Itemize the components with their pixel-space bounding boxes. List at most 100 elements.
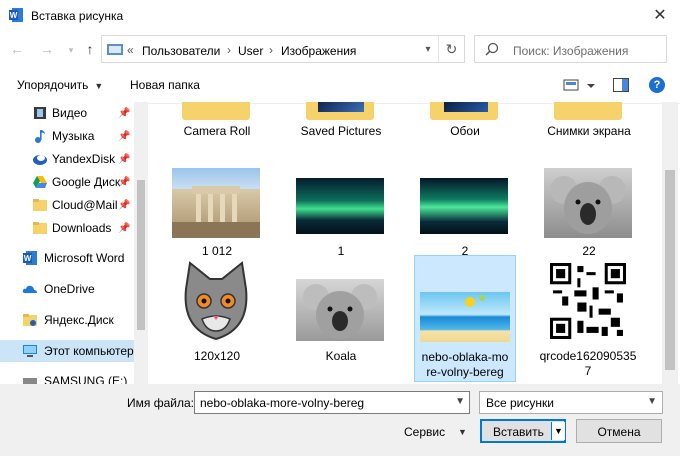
svg-text:W: W (24, 254, 32, 263)
aurora-image (420, 178, 508, 234)
filename-label: Имя файла: (127, 396, 194, 410)
breadcrumb-separator: › (227, 43, 231, 57)
insert-button[interactable]: Вставить ▼ (480, 419, 566, 443)
drive-icon (23, 378, 37, 384)
sidebar-item-this-pc[interactable]: Этот компьютер (0, 340, 134, 362)
breadcrumb-pictures[interactable]: Изображения (281, 44, 356, 58)
pin-icon[interactable]: 📌 (118, 108, 130, 119)
refresh-button[interactable]: ↻ (438, 36, 464, 62)
breadcrumb-users[interactable]: Пользователи (142, 44, 220, 58)
image-label: Koala (325, 349, 357, 363)
yandexdisk-icon (33, 155, 47, 165)
sidebar-item-label: SAMSUNG (E:) (44, 374, 128, 384)
insert-label: Вставить (493, 425, 544, 439)
koala-image (296, 279, 384, 341)
sidebar-item-label: YandexDisk (52, 152, 116, 166)
image-label: nebo-oblaka-mo re-volny-bereg (421, 350, 509, 379)
sea-image (420, 292, 510, 342)
sidebar-item-label: Downloads (52, 221, 112, 235)
sidebar-item-label: Видео (52, 106, 88, 120)
address-dropdown-button[interactable]: ▾ (418, 36, 438, 62)
filename-input[interactable]: nebo-oblaka-more-volny-bereg ▼ (194, 391, 470, 414)
sidebar-item-cloud-mail[interactable]: Cloud@Mail 📌 (0, 194, 134, 216)
cat-image (176, 259, 256, 343)
sidebar-item-label: Google Диск (52, 175, 121, 189)
image-tile[interactable]: qrcode162090535 7 (538, 255, 640, 383)
forward-button[interactable]: → (38, 40, 56, 58)
refresh-icon: ↻ (445, 40, 458, 57)
forward-arrow-icon: → (40, 41, 54, 57)
sidebar-item-yandex-disk[interactable]: Яндекс.Диск (0, 309, 134, 331)
close-button[interactable]: ✕ (648, 4, 672, 26)
sidebar-item-samsung-drive[interactable]: SAMSUNG (E:) (0, 370, 134, 384)
navigation-bar: ← → ▾ ↑ « Пользователи › User › Изображе… (0, 32, 680, 66)
help-icon[interactable]: ? (649, 77, 665, 93)
title-bar: W Вставка рисунка ✕ (0, 0, 680, 31)
insert-options-dropdown[interactable]: ▼ (551, 422, 565, 440)
folder-icon (33, 222, 47, 234)
search-placeholder: Поиск: Изображения (513, 44, 629, 58)
cancel-label: Отмена (597, 425, 641, 439)
chevron-down-icon: ▼ (647, 396, 657, 407)
organize-menu[interactable]: Упорядочить ▼ (17, 78, 103, 92)
pin-icon[interactable]: 📌 (118, 200, 130, 211)
folder-icon (554, 102, 622, 120)
sidebar-item-microsoft-word[interactable]: W Microsoft Word (0, 247, 134, 269)
search-box[interactable]: Поиск: Изображения (474, 35, 667, 63)
breadcrumb-user[interactable]: User (238, 44, 263, 58)
folder-icon (182, 102, 250, 120)
sidebar-item-video[interactable]: Видео 📌 (0, 102, 134, 124)
search-icon (485, 42, 499, 56)
file-view: Camera Roll Saved Pictures Обои Снимки э… (152, 102, 662, 384)
pin-icon[interactable]: 📌 (118, 177, 130, 188)
breadcrumb-overflow[interactable]: « (127, 43, 134, 57)
change-view-icon[interactable] (563, 79, 597, 93)
chevron-down-icon[interactable]: ▼ (458, 427, 467, 437)
up-button[interactable]: ↑ (81, 40, 99, 58)
image-tile[interactable]: 120x120 (166, 255, 268, 383)
sidebar-item-google-drive[interactable]: Google Диск 📌 (0, 171, 134, 193)
back-arrow-icon: ← (10, 41, 24, 57)
folder-location-icon (107, 44, 123, 55)
sidebar-item-label: Microsoft Word (44, 251, 125, 265)
sidebar-item-label: Музыка (52, 129, 95, 143)
pin-icon[interactable]: 📌 (118, 223, 130, 234)
file-type-select[interactable]: Все рисунки ▼ (479, 391, 663, 414)
content-scrollbar-thumb[interactable] (665, 170, 675, 370)
pin-icon[interactable]: 📌 (118, 131, 130, 142)
pin-icon[interactable]: 📌 (118, 154, 130, 165)
back-button[interactable]: ← (8, 40, 26, 58)
onedrive-icon (22, 285, 37, 293)
up-arrow-icon: ↑ (86, 41, 94, 57)
folder-label: Camera Roll (183, 124, 251, 138)
aurora-image (296, 178, 384, 234)
computer-icon (23, 345, 37, 357)
image-label: qrcode162090535 7 (539, 349, 637, 378)
new-folder-button[interactable]: Новая папка (130, 78, 200, 92)
word-icon: W (9, 8, 23, 22)
sidebar-item-music[interactable]: Музыка 📌 (0, 125, 134, 147)
sidebar-item-downloads[interactable]: Downloads 📌 (0, 217, 134, 239)
music-icon (35, 130, 45, 143)
navigation-pane: Видео 📌 Музыка 📌 YandexDisk 📌 Google Дис… (0, 102, 148, 384)
chevron-down-icon[interactable]: ▼ (455, 396, 465, 407)
image-tile-selected[interactable]: nebo-oblaka-mo re-volny-bereg (414, 255, 516, 382)
preview-pane-icon[interactable] (613, 78, 629, 92)
koala-drawing (550, 176, 626, 234)
sidebar-item-label: OneDrive (44, 282, 95, 296)
tools-menu-button[interactable]: Сервис (404, 425, 445, 439)
image-tile[interactable]: Koala (290, 255, 392, 383)
sidebar-scrollbar-thumb[interactable] (137, 180, 145, 330)
sidebar-item-onedrive[interactable]: OneDrive (0, 278, 134, 300)
yandex-disk-icon (23, 314, 37, 326)
qrcode-drawing (550, 263, 626, 339)
recent-locations-button[interactable]: ▾ (62, 41, 80, 59)
video-icon (34, 107, 46, 119)
ruins-image (172, 186, 260, 238)
organize-label: Упорядочить (17, 78, 89, 92)
address-bar[interactable]: « Пользователи › User › Изображения ▾ ↻ (101, 35, 465, 63)
file-type-value: Все рисунки (486, 396, 554, 410)
cancel-button[interactable]: Отмена (576, 419, 662, 443)
beach-drawing (465, 295, 485, 307)
sidebar-item-yandexdisk[interactable]: YandexDisk 📌 (0, 148, 134, 170)
